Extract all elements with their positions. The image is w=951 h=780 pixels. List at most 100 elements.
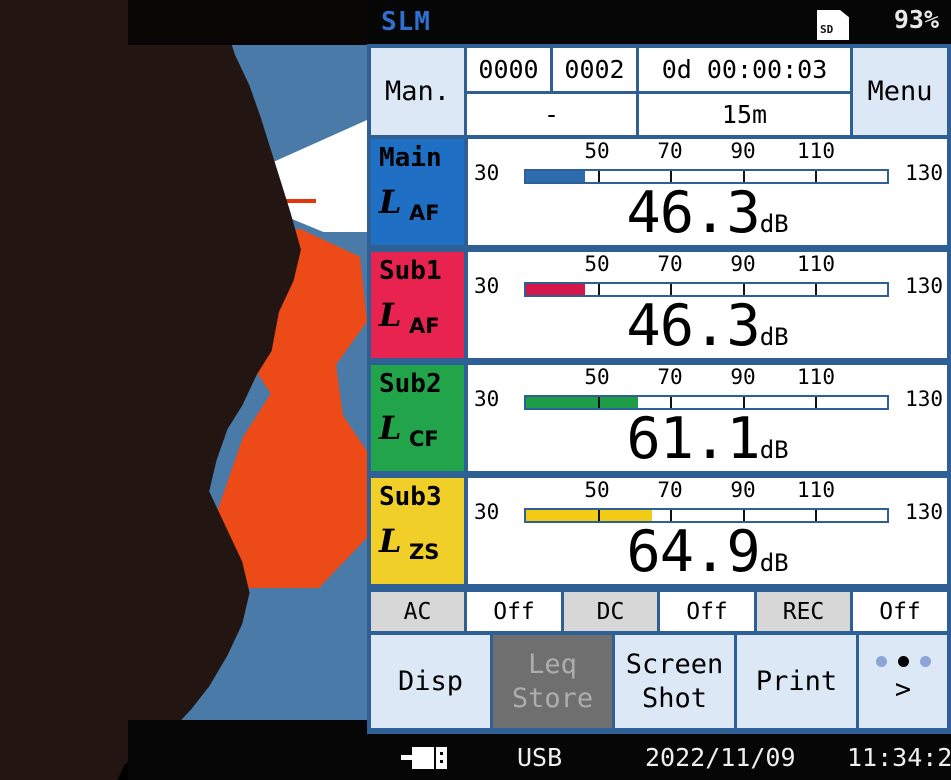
bottom-status-bar: USB 2022/11/09 11:34:24 bbox=[367, 734, 951, 780]
scale-tick-label: 90 bbox=[730, 252, 756, 276]
softkey-screen-shot[interactable]: Screen Shot bbox=[613, 633, 736, 730]
dc-output-state[interactable]: Off bbox=[658, 590, 756, 633]
rec-output-label: REC bbox=[755, 590, 852, 633]
measurement-row: Sub3 L ZS 30 130 50 70 90 110 64.9dB bbox=[369, 476, 949, 586]
softkey-label: > bbox=[894, 674, 912, 705]
softkey-label-line2: Store bbox=[511, 682, 594, 714]
softkey-label-line2: Shot bbox=[641, 682, 708, 714]
scale-tick-label: 90 bbox=[730, 365, 756, 389]
level-unit: dB bbox=[759, 549, 789, 577]
level-subscript: ZS bbox=[409, 540, 440, 564]
softkey-leq-store: Leq Store bbox=[491, 633, 614, 730]
level-subscript: AF bbox=[409, 314, 440, 338]
channel-label-main[interactable]: Main L AF bbox=[369, 137, 466, 247]
scale-tick-label: 70 bbox=[657, 365, 683, 389]
scale-tick-label: 50 bbox=[584, 478, 610, 502]
scale-tick-label: 90 bbox=[730, 139, 756, 163]
softkey-row: Disp Leq Store Screen Shot Print > bbox=[369, 633, 949, 730]
elapsed-time-field[interactable]: 0d 00:00:03 bbox=[637, 46, 852, 93]
dash-field[interactable]: - bbox=[465, 92, 638, 137]
level-subscript: AF bbox=[409, 201, 440, 225]
duration-field[interactable]: 15m bbox=[637, 92, 852, 137]
ac-output-state[interactable]: Off bbox=[465, 590, 563, 633]
sd-card-icon: SD bbox=[817, 10, 849, 40]
ac-output-label: AC bbox=[369, 590, 466, 633]
scale-max: 130 bbox=[905, 161, 943, 185]
scale-tick-label: 70 bbox=[657, 139, 683, 163]
screen-grid: Man. 0000 0002 0d 00:00:03 - 15m Menu Ma… bbox=[367, 44, 951, 734]
sd-card-label: SD bbox=[820, 23, 834, 36]
channel-label-sub3[interactable]: Sub3 L ZS bbox=[369, 476, 466, 586]
level-bar-fill bbox=[526, 284, 585, 295]
scale-tick-label: 110 bbox=[797, 252, 835, 276]
scale-min: 30 bbox=[474, 274, 500, 298]
level-value-row: 61.1dB bbox=[468, 409, 947, 480]
measurement-body: 30 130 50 70 90 110 61.1dB bbox=[466, 363, 949, 473]
level-value: 46.3 bbox=[626, 180, 760, 246]
scale-tick-label: 70 bbox=[657, 478, 683, 502]
scale-tick-label: 70 bbox=[657, 252, 683, 276]
header-row: Man. 0000 0002 0d 00:00:03 - 15m Menu bbox=[369, 46, 949, 137]
scale-min: 30 bbox=[474, 387, 500, 411]
connection-label: USB bbox=[517, 743, 563, 772]
scale-min: 30 bbox=[474, 500, 500, 524]
scale-tick-label: 110 bbox=[797, 478, 835, 502]
measurement-body: 30 130 50 70 90 110 46.3dB bbox=[466, 137, 949, 247]
scale-max: 130 bbox=[905, 387, 943, 411]
level-unit: dB bbox=[759, 436, 789, 464]
level-subscript: CF bbox=[409, 427, 439, 451]
rec-output-state[interactable]: Off bbox=[851, 590, 949, 633]
io-output-row: AC Off DC Off REC Off bbox=[369, 590, 949, 633]
power-plug-icon bbox=[401, 747, 449, 769]
measurement-row: Main L AF 30 130 50 70 90 110 46.3dB bbox=[369, 137, 949, 247]
scale-tick-label: 50 bbox=[584, 252, 610, 276]
channel-name: Sub1 bbox=[379, 256, 442, 286]
scale-max: 130 bbox=[905, 274, 943, 298]
softkey-label-line1: Screen bbox=[625, 648, 724, 680]
level-value-row: 46.3dB bbox=[468, 296, 947, 367]
softkey-label: Print bbox=[755, 665, 838, 697]
device-photo bbox=[0, 0, 367, 780]
scale-tick-label: 50 bbox=[584, 365, 610, 389]
measurement-row: Sub2 L CF 30 130 50 70 90 110 61.1dB bbox=[369, 363, 949, 473]
scale-tick-label: 110 bbox=[797, 365, 835, 389]
level-symbol: L bbox=[379, 296, 402, 334]
softkey-print[interactable]: Print bbox=[735, 633, 858, 730]
level-value-row: 46.3dB bbox=[468, 183, 947, 254]
level-value: 61.1 bbox=[626, 406, 760, 472]
menu-button[interactable]: Menu bbox=[851, 46, 949, 137]
level-value: 46.3 bbox=[626, 293, 760, 359]
level-symbol: L bbox=[379, 522, 402, 560]
level-bar-fill bbox=[526, 397, 639, 408]
level-value: 64.9 bbox=[626, 519, 760, 585]
scale-min: 30 bbox=[474, 161, 500, 185]
store-number-field[interactable]: 0002 bbox=[551, 46, 638, 93]
scale-max: 130 bbox=[905, 500, 943, 524]
level-bar-fill bbox=[526, 171, 585, 182]
page-dot bbox=[919, 656, 931, 667]
softkey-next-page[interactable]: > bbox=[857, 633, 949, 730]
softkey-label: Disp bbox=[397, 665, 464, 697]
mode-indicator: SLM bbox=[381, 7, 431, 37]
level-symbol: L bbox=[379, 409, 402, 447]
system-time: 11:34:24 bbox=[847, 743, 951, 772]
instrument-screen: SLM SD 93% Man. 0000 0002 0d 00:00:03 - … bbox=[367, 0, 951, 780]
photo-bottom-shadow bbox=[128, 720, 367, 780]
system-date: 2022/11/09 bbox=[645, 743, 796, 772]
address-field[interactable]: 0000 bbox=[465, 46, 552, 93]
level-unit: dB bbox=[759, 323, 789, 351]
page-indicator-dots bbox=[875, 656, 931, 667]
channel-label-sub2[interactable]: Sub2 L CF bbox=[369, 363, 466, 473]
photo-top-shadow bbox=[128, 0, 367, 45]
channel-name: Sub3 bbox=[379, 482, 442, 512]
channel-name: Sub2 bbox=[379, 369, 442, 399]
softkey-label-line1: Leq bbox=[528, 648, 577, 680]
level-symbol: L bbox=[379, 183, 402, 221]
softkey-disp[interactable]: Disp bbox=[369, 633, 492, 730]
measurement-row: Sub1 L AF 30 130 50 70 90 110 46.3dB bbox=[369, 250, 949, 360]
channel-label-sub1[interactable]: Sub1 L AF bbox=[369, 250, 466, 360]
measurement-mode-button[interactable]: Man. bbox=[369, 46, 466, 137]
level-value-row: 64.9dB bbox=[468, 522, 947, 593]
scale-tick-label: 50 bbox=[584, 139, 610, 163]
scale-tick-label: 110 bbox=[797, 139, 835, 163]
